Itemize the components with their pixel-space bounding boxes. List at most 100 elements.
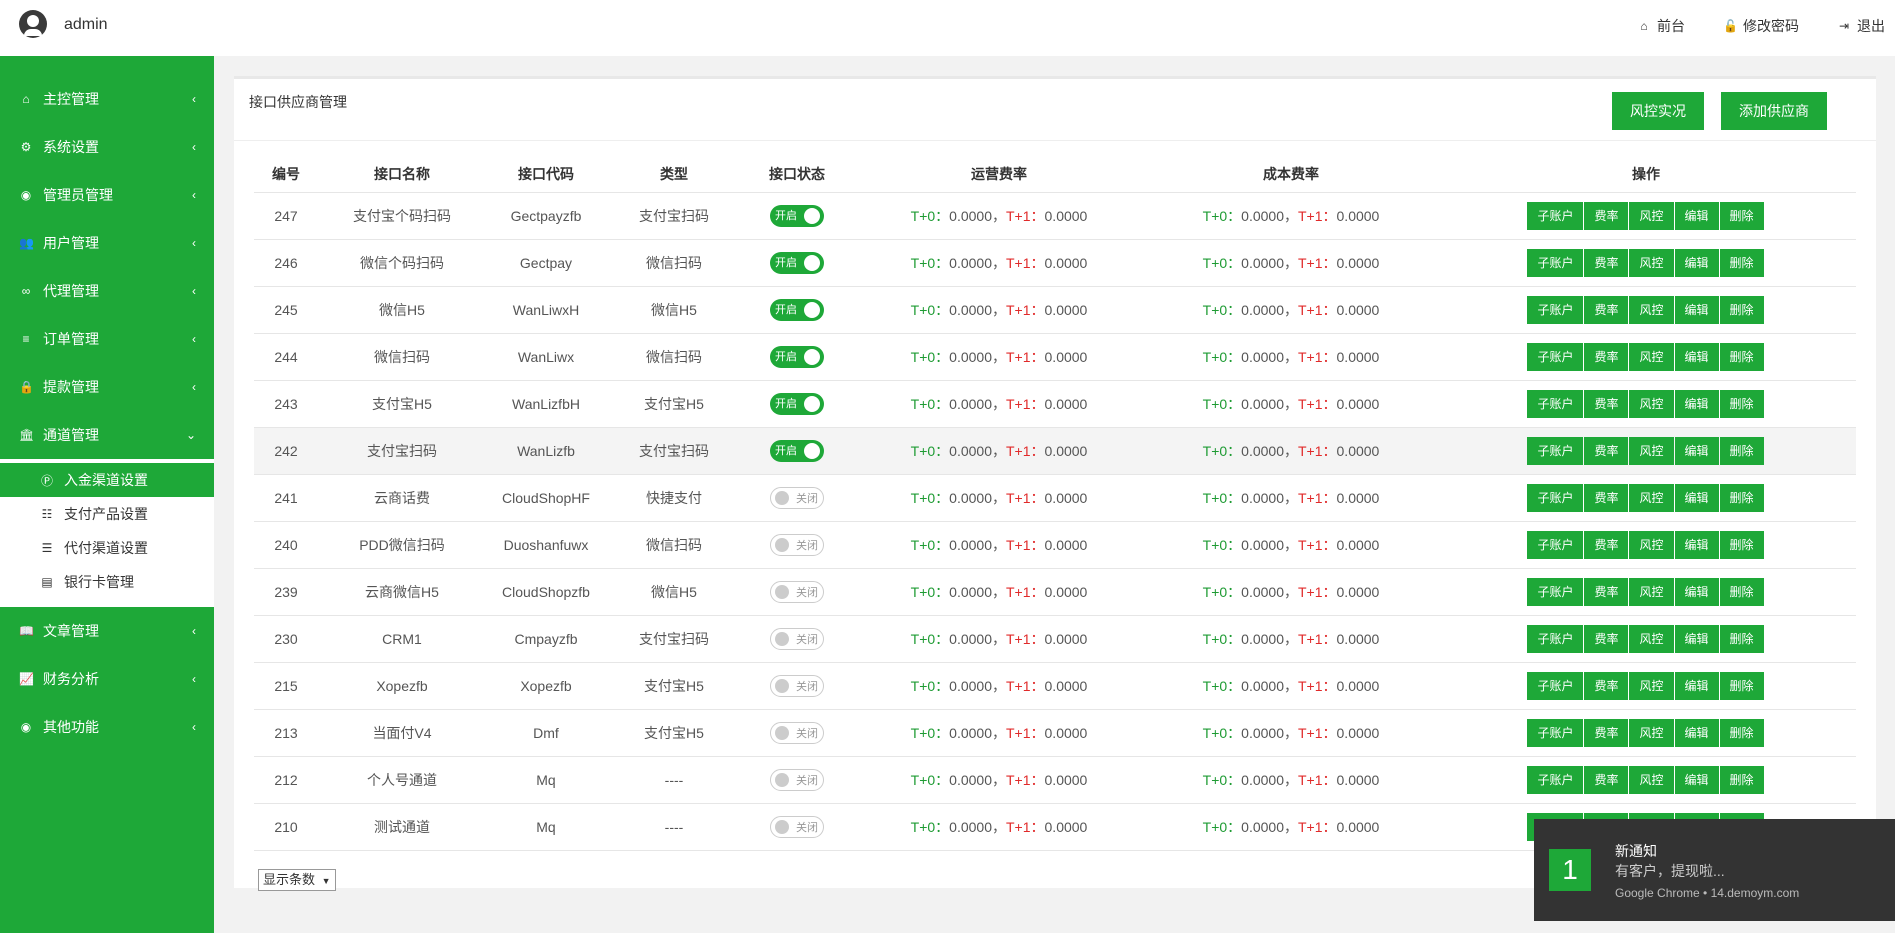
edit-button[interactable]: 编辑	[1674, 295, 1719, 324]
sub-account-button[interactable]: 子账户	[1527, 765, 1584, 794]
sidebar-item-6[interactable]: 🔒 提款管理 ‹	[0, 363, 214, 411]
edit-button[interactable]: 编辑	[1674, 201, 1719, 230]
sub-account-button[interactable]: 子账户	[1527, 295, 1584, 324]
risk-button[interactable]: 风控	[1629, 577, 1674, 606]
risk-status-button[interactable]: 风控实况	[1612, 92, 1704, 130]
edit-button[interactable]: 编辑	[1674, 718, 1719, 747]
risk-button[interactable]: 风控	[1629, 671, 1674, 700]
sidebar-item-5[interactable]: ≡ 订单管理 ‹	[0, 315, 214, 363]
risk-button[interactable]: 风控	[1629, 436, 1674, 465]
status-toggle[interactable]: 关闭	[770, 674, 824, 697]
top-link-home[interactable]: ⌂ 前台	[1637, 16, 1685, 36]
rate-button[interactable]: 费率	[1584, 671, 1629, 700]
sub-account-button[interactable]: 子账户	[1527, 483, 1584, 512]
status-toggle[interactable]: 开启	[770, 251, 824, 274]
edit-button[interactable]: 编辑	[1674, 483, 1719, 512]
status-toggle[interactable]: 关闭	[770, 815, 824, 838]
delete-button[interactable]: 删除	[1719, 483, 1764, 512]
sub-account-button[interactable]: 子账户	[1527, 577, 1584, 606]
notification-toast[interactable]: 1 新通知 有客户，提现啦... Google Chrome • 14.demo…	[1534, 819, 1895, 921]
delete-button[interactable]: 删除	[1719, 342, 1764, 371]
delete-button[interactable]: 删除	[1719, 248, 1764, 277]
risk-button[interactable]: 风控	[1629, 389, 1674, 418]
delete-button[interactable]: 删除	[1719, 718, 1764, 747]
sidebar-item-0[interactable]: ⌂ 主控管理 ‹	[0, 75, 214, 123]
sidebar-item-2[interactable]: ◉ 其他功能 ‹	[0, 703, 214, 751]
delete-button[interactable]: 删除	[1719, 436, 1764, 465]
risk-button[interactable]: 风控	[1629, 718, 1674, 747]
delete-button[interactable]: 删除	[1719, 765, 1764, 794]
sidebar-item-2[interactable]: ◉ 管理员管理 ‹	[0, 171, 214, 219]
top-link-unlock[interactable]: 🔓 修改密码	[1723, 16, 1799, 36]
rate-button[interactable]: 费率	[1584, 577, 1629, 606]
col-header-code[interactable]: 接口代码	[486, 157, 606, 193]
status-toggle[interactable]: 开启	[770, 392, 824, 415]
status-toggle[interactable]: 关闭	[770, 580, 824, 603]
sub-account-button[interactable]: 子账户	[1527, 436, 1584, 465]
rate-button[interactable]: 费率	[1584, 530, 1629, 559]
edit-button[interactable]: 编辑	[1674, 436, 1719, 465]
sidebar-item-1[interactable]: 📈 财务分析 ‹	[0, 655, 214, 703]
risk-button[interactable]: 风控	[1629, 201, 1674, 230]
status-toggle[interactable]: 开启	[770, 345, 824, 368]
add-supplier-button[interactable]: 添加供应商	[1721, 92, 1827, 130]
edit-button[interactable]: 编辑	[1674, 765, 1719, 794]
sub-account-button[interactable]: 子账户	[1527, 530, 1584, 559]
sidebar-item-4[interactable]: ∞ 代理管理 ‹	[0, 267, 214, 315]
edit-button[interactable]: 编辑	[1674, 671, 1719, 700]
rate-button[interactable]: 费率	[1584, 295, 1629, 324]
page-size-select[interactable]: 显示条数 ▼	[258, 869, 336, 891]
edit-button[interactable]: 编辑	[1674, 248, 1719, 277]
edit-button[interactable]: 编辑	[1674, 530, 1719, 559]
rate-button[interactable]: 费率	[1584, 342, 1629, 371]
sub-account-button[interactable]: 子账户	[1527, 671, 1584, 700]
status-toggle[interactable]: 关闭	[770, 721, 824, 744]
col-header-name[interactable]: 接口名称	[318, 157, 486, 193]
sub-account-button[interactable]: 子账户	[1527, 718, 1584, 747]
delete-button[interactable]: 删除	[1719, 671, 1764, 700]
rate-button[interactable]: 费率	[1584, 624, 1629, 653]
status-toggle[interactable]: 关闭	[770, 627, 824, 650]
status-toggle[interactable]: 开启	[770, 204, 824, 227]
col-header-op-rate[interactable]: 运营费率	[852, 157, 1146, 193]
delete-button[interactable]: 删除	[1719, 577, 1764, 606]
status-toggle[interactable]: 开启	[770, 439, 824, 462]
delete-button[interactable]: 删除	[1719, 530, 1764, 559]
edit-button[interactable]: 编辑	[1674, 577, 1719, 606]
edit-button[interactable]: 编辑	[1674, 624, 1719, 653]
col-header-type[interactable]: 类型	[606, 157, 742, 193]
sub-account-button[interactable]: 子账户	[1527, 248, 1584, 277]
sidebar-item-0[interactable]: 📖 文章管理 ‹	[0, 607, 214, 655]
sidebar-item-1[interactable]: ⚙ 系统设置 ‹	[0, 123, 214, 171]
risk-button[interactable]: 风控	[1629, 765, 1674, 794]
rate-button[interactable]: 费率	[1584, 436, 1629, 465]
risk-button[interactable]: 风控	[1629, 624, 1674, 653]
sub-account-button[interactable]: 子账户	[1527, 201, 1584, 230]
sidebar-item-3[interactable]: 👥 用户管理 ‹	[0, 219, 214, 267]
status-toggle[interactable]: 关闭	[770, 486, 824, 509]
delete-button[interactable]: 删除	[1719, 389, 1764, 418]
sidebar-item-7[interactable]: 🏛 通道管理 ⌄	[0, 411, 214, 459]
rate-button[interactable]: 费率	[1584, 718, 1629, 747]
risk-button[interactable]: 风控	[1629, 295, 1674, 324]
col-header-cost-rate[interactable]: 成本费率	[1146, 157, 1436, 193]
avatar[interactable]	[19, 10, 47, 38]
sub-account-button[interactable]: 子账户	[1527, 624, 1584, 653]
submenu-item-1[interactable]: ☷ 支付产品设置	[0, 497, 214, 531]
col-header-id[interactable]: 编号	[254, 157, 318, 193]
submenu-item-0[interactable]: Ⓟ 入金渠道设置	[0, 463, 214, 497]
rate-button[interactable]: 费率	[1584, 483, 1629, 512]
delete-button[interactable]: 删除	[1719, 295, 1764, 324]
status-toggle[interactable]: 开启	[770, 298, 824, 321]
delete-button[interactable]: 删除	[1719, 624, 1764, 653]
delete-button[interactable]: 删除	[1719, 201, 1764, 230]
risk-button[interactable]: 风控	[1629, 530, 1674, 559]
risk-button[interactable]: 风控	[1629, 342, 1674, 371]
submenu-item-2[interactable]: ☰ 代付渠道设置	[0, 531, 214, 565]
risk-button[interactable]: 风控	[1629, 483, 1674, 512]
status-toggle[interactable]: 关闭	[770, 768, 824, 791]
rate-button[interactable]: 费率	[1584, 765, 1629, 794]
top-link-logout[interactable]: ⇥ 退出	[1837, 16, 1885, 36]
sub-account-button[interactable]: 子账户	[1527, 342, 1584, 371]
submenu-item-3[interactable]: ▤ 银行卡管理	[0, 565, 214, 599]
